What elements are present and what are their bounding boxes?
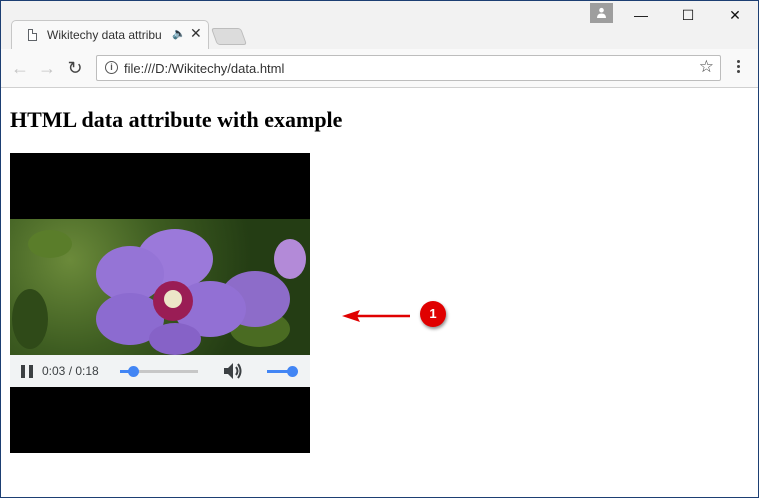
video-player[interactable]: 0:03 / 0:18: [10, 153, 310, 453]
reload-icon[interactable]: ↻: [64, 57, 86, 79]
page-heading: HTML data attribute with example: [10, 107, 343, 132]
bookmark-star-icon[interactable]: ☆: [699, 57, 714, 77]
back-arrow-icon[interactable]: ←: [9, 57, 31, 79]
video-time: 0:03 / 0:18: [42, 364, 99, 378]
annotation-arrow-icon: [342, 310, 410, 322]
browser-toolbar: ← → ↻ i file:///D:/Wikitechy/data.html ☆: [1, 49, 758, 88]
video-frame[interactable]: [10, 219, 310, 355]
minimize-button[interactable]: —: [626, 5, 656, 25]
maximize-button[interactable]: ☐: [673, 5, 703, 25]
tab-title: Wikitechy data attribu: [47, 28, 162, 42]
forward-arrow-icon[interactable]: →: [36, 57, 58, 79]
title-bar: Wikitechy data attribu 🔈 ✕ — ☐ ✕: [1, 1, 758, 49]
address-bar[interactable]: i file:///D:/Wikitechy/data.html ☆: [96, 55, 721, 81]
info-icon[interactable]: i: [105, 61, 118, 74]
tab-close-button[interactable]: ✕: [190, 25, 202, 42]
annotation-marker: 1: [420, 301, 446, 327]
volume-icon[interactable]: [223, 362, 243, 385]
document-icon: [28, 29, 37, 41]
browser-tab[interactable]: Wikitechy data attribu 🔈 ✕: [11, 20, 209, 49]
volume-slider[interactable]: [267, 366, 298, 377]
speaker-icon[interactable]: 🔈: [172, 27, 186, 40]
address-text[interactable]: file:///D:/Wikitechy/data.html: [124, 61, 284, 76]
volume-handle[interactable]: [286, 366, 298, 377]
pause-icon[interactable]: [21, 365, 33, 378]
seek-handle[interactable]: [128, 366, 139, 377]
flower-image: [12, 229, 306, 355]
profile-icon[interactable]: [590, 3, 613, 23]
seek-bar[interactable]: [120, 366, 198, 377]
new-tab-button[interactable]: [210, 28, 248, 45]
video-controls: 0:03 / 0:18: [10, 355, 310, 387]
menu-icon[interactable]: [733, 58, 743, 78]
close-window-button[interactable]: ✕: [720, 5, 750, 25]
